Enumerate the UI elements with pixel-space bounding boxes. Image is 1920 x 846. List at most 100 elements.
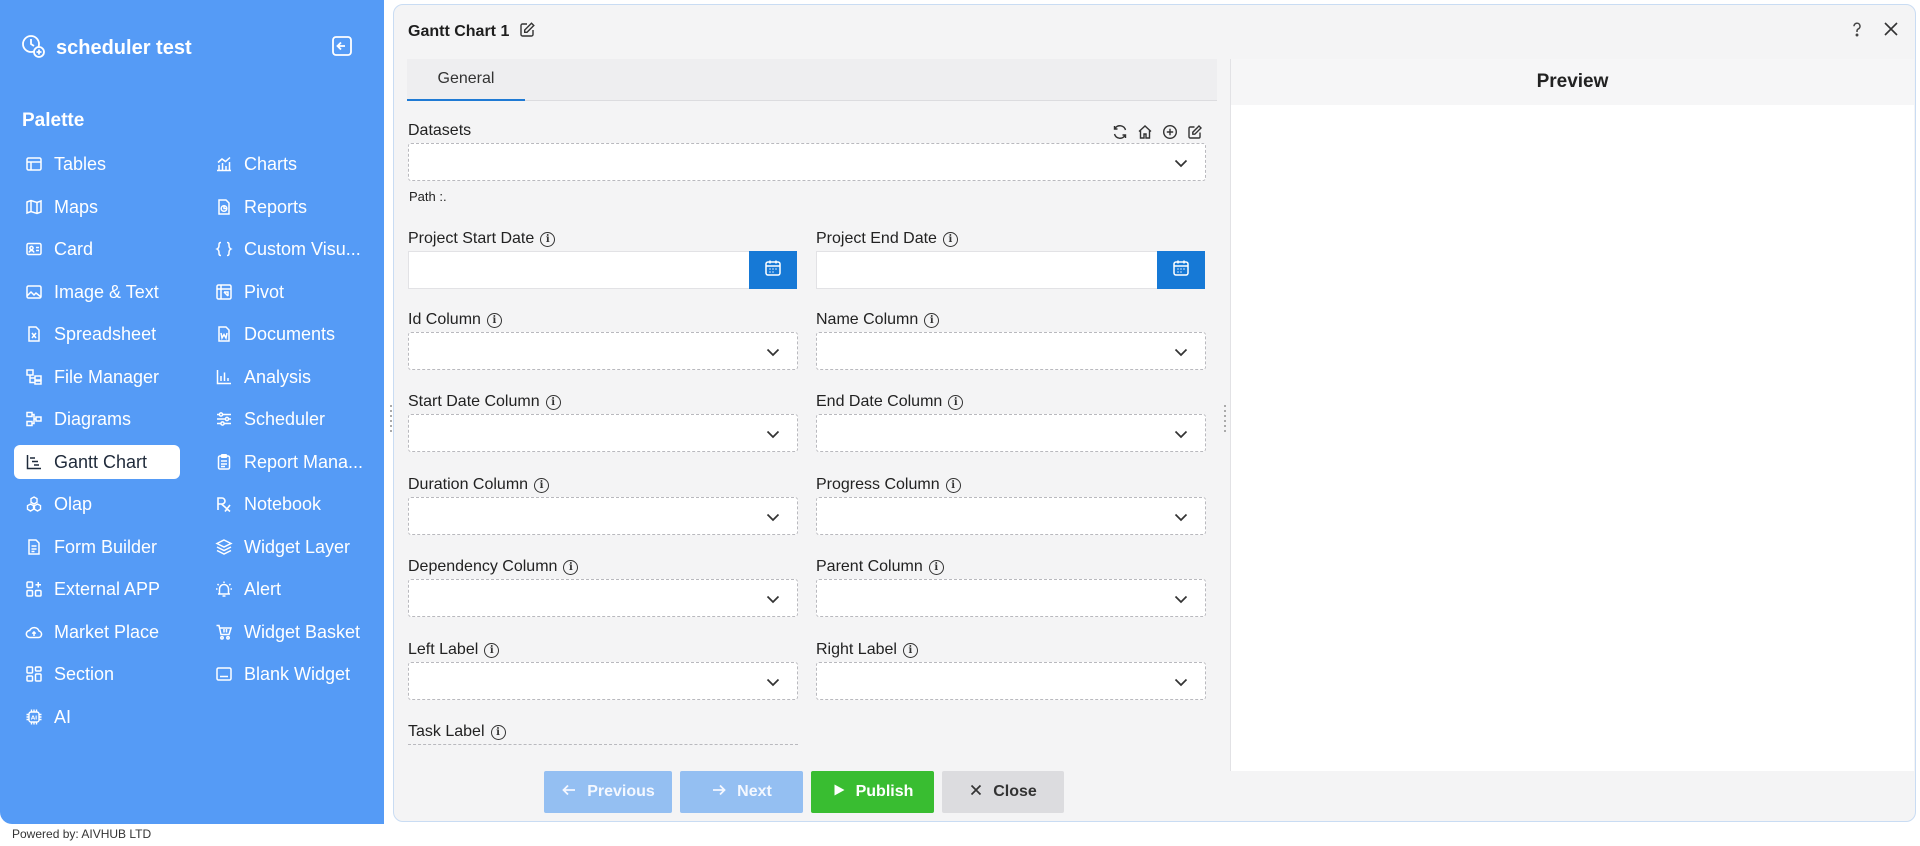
parent-column-select[interactable]	[816, 579, 1206, 617]
end-date-column-label: End Date Column i	[816, 393, 964, 411]
info-icon[interactable]: i	[942, 231, 958, 247]
previous-button[interactable]: Previous	[544, 771, 672, 813]
refresh-icon[interactable]	[1110, 122, 1129, 141]
palette-item-olap[interactable]: Olap	[14, 487, 180, 521]
gantt-icon	[24, 452, 44, 472]
palette-item-analysis[interactable]: Analysis	[204, 360, 370, 394]
help-icon[interactable]	[1847, 19, 1867, 39]
datasets-select[interactable]	[408, 143, 1206, 181]
info-icon[interactable]: i	[534, 477, 550, 493]
progress-column-label: Progress Column i	[816, 476, 961, 494]
palette-item-section[interactable]: Section	[14, 657, 180, 691]
info-icon[interactable]: i	[486, 312, 502, 328]
palette-item-market-place[interactable]: Market Place	[14, 615, 180, 649]
task-label-label: Task Label i	[408, 723, 506, 741]
palette-item-maps[interactable]: Maps	[14, 190, 180, 224]
info-icon[interactable]: i	[563, 559, 579, 575]
palette-item-spreadsheet[interactable]: Spreadsheet	[14, 317, 180, 351]
preview-panel: Preview	[1230, 59, 1914, 771]
palette-item-file-manager[interactable]: File Manager	[14, 360, 180, 394]
olap-icon	[24, 494, 44, 514]
palette-item-image-text[interactable]: Image & Text	[14, 275, 180, 309]
project-start-date-picker[interactable]	[749, 251, 797, 289]
palette-item-widget-basket[interactable]: Widget Basket	[204, 615, 370, 649]
palette-item-charts[interactable]: Charts	[204, 147, 370, 181]
dependency-column-label: Dependency Column i	[408, 558, 579, 576]
project-end-date-label: Project End Date i	[816, 230, 958, 248]
collapse-sidebar-icon[interactable]	[328, 32, 356, 60]
id-column-label: Id Column i	[408, 311, 502, 329]
resize-handle-left[interactable]	[390, 405, 394, 445]
palette-item-reports[interactable]: Reports	[204, 190, 370, 224]
info-icon[interactable]: i	[484, 642, 500, 658]
left-label-select[interactable]	[408, 662, 798, 700]
project-end-date-picker[interactable]	[1157, 251, 1205, 289]
footer-bar	[394, 765, 1224, 823]
palette-item-widget-layer[interactable]: Widget Layer	[204, 530, 370, 564]
dataset-actions	[1110, 122, 1204, 141]
palette-item-pivot[interactable]: Pivot	[204, 275, 370, 309]
palette-item-form-builder[interactable]: Form Builder	[14, 530, 180, 564]
palette-item-diagrams[interactable]: Diagrams	[14, 402, 180, 436]
info-icon[interactable]: i	[490, 724, 506, 740]
chart-icon	[214, 154, 234, 174]
project-end-date-input[interactable]	[816, 251, 1158, 289]
info-icon[interactable]: i	[928, 559, 944, 575]
sliders-icon	[214, 409, 234, 429]
app-logo-icon	[20, 33, 46, 64]
palette-item-gantt-chart[interactable]: Gantt Chart	[14, 445, 180, 479]
palette-item-report-manager[interactable]: Report Mana...	[204, 445, 370, 479]
chevron-down-icon	[763, 672, 783, 692]
left-label-label: Left Label i	[408, 641, 500, 659]
right-label-select[interactable]	[816, 662, 1206, 700]
tab-general[interactable]: General	[407, 59, 525, 101]
palette-item-tables[interactable]: Tables	[14, 147, 180, 181]
cloud-upload-icon	[24, 622, 44, 642]
id-column-select[interactable]	[408, 332, 798, 370]
palette-item-ai[interactable]: AI AI	[14, 700, 180, 734]
project-start-date-label: Project Start Date i	[408, 230, 556, 248]
palette-sidebar: scheduler test Palette Tables Maps Card …	[0, 0, 384, 824]
progress-column-select[interactable]	[816, 497, 1206, 535]
parent-column-label: Parent Column i	[816, 558, 944, 576]
start-date-column-select[interactable]	[408, 414, 798, 452]
resize-handle-preview[interactable]	[1224, 405, 1228, 445]
palette-item-alert[interactable]: Alert	[204, 572, 370, 606]
play-icon	[832, 783, 846, 802]
info-icon[interactable]: i	[540, 231, 556, 247]
palette-item-custom-visual[interactable]: Custom Visu...	[204, 232, 370, 266]
section-icon	[24, 664, 44, 684]
info-icon[interactable]: i	[945, 477, 961, 493]
close-icon[interactable]	[1881, 19, 1901, 39]
info-icon[interactable]: i	[924, 312, 940, 328]
publish-button[interactable]: Publish	[811, 771, 934, 813]
edit-title-icon[interactable]	[519, 21, 536, 43]
chevron-down-icon	[763, 342, 783, 362]
info-icon[interactable]: i	[902, 642, 918, 658]
card-icon	[24, 239, 44, 259]
close-button[interactable]: Close	[942, 771, 1064, 813]
task-label-select[interactable]	[408, 744, 798, 745]
palette-item-external-app[interactable]: External APP	[14, 572, 180, 606]
document-icon	[214, 324, 234, 344]
file-manager-icon	[24, 367, 44, 387]
palette-item-card[interactable]: Card	[14, 232, 180, 266]
analysis-icon	[214, 367, 234, 387]
palette-item-documents[interactable]: Documents	[204, 317, 370, 351]
project-start-date-input[interactable]	[408, 251, 750, 289]
duration-column-select[interactable]	[408, 497, 798, 535]
info-icon[interactable]: i	[545, 394, 561, 410]
palette-item-notebook[interactable]: Notebook	[204, 487, 370, 521]
app-header: scheduler test	[20, 30, 192, 66]
arrow-right-icon	[711, 782, 727, 803]
home-icon[interactable]	[1135, 122, 1154, 141]
dependency-column-select[interactable]	[408, 579, 798, 617]
edit-dataset-icon[interactable]	[1185, 122, 1204, 141]
info-icon[interactable]: i	[948, 394, 964, 410]
end-date-column-select[interactable]	[816, 414, 1206, 452]
palette-item-blank-widget[interactable]: Blank Widget	[204, 657, 370, 691]
add-dataset-icon[interactable]	[1160, 122, 1179, 141]
palette-item-scheduler[interactable]: Scheduler	[204, 402, 370, 436]
next-button[interactable]: Next	[680, 771, 803, 813]
name-column-select[interactable]	[816, 332, 1206, 370]
